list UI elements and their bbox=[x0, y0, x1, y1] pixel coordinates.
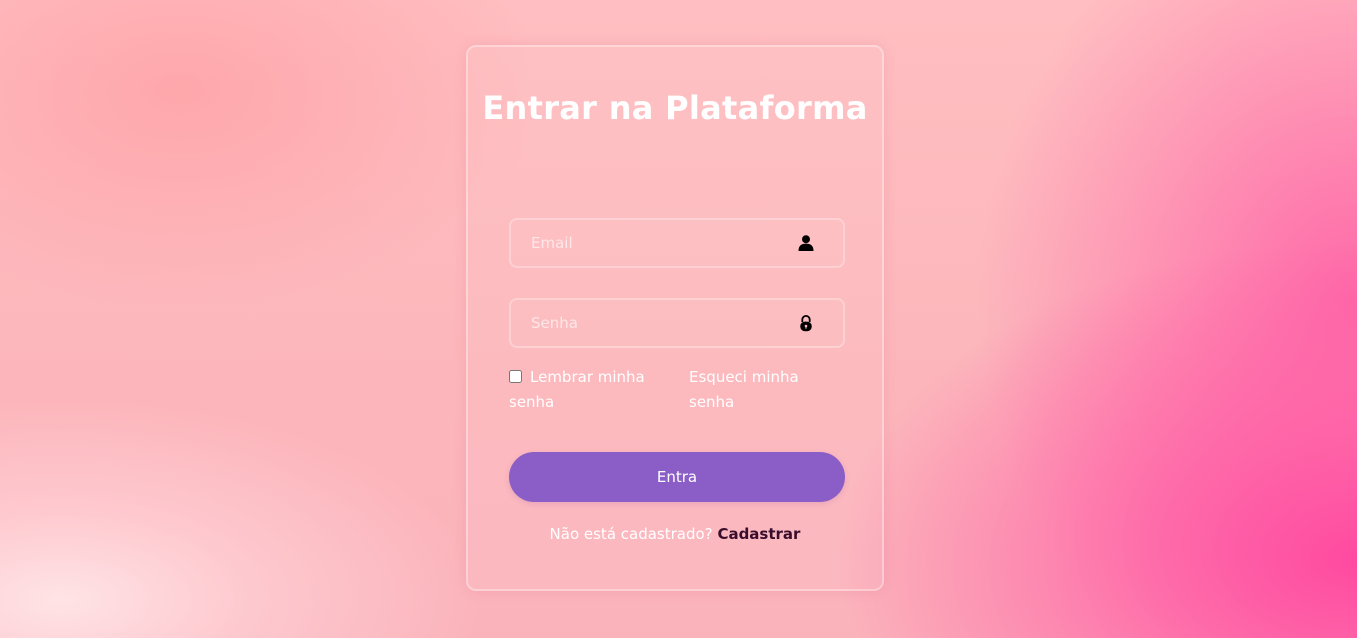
email-field[interactable] bbox=[509, 218, 845, 268]
password-field[interactable] bbox=[509, 298, 845, 348]
login-card: Entrar na Plataforma Lembrar minha senha… bbox=[466, 45, 884, 591]
email-input[interactable] bbox=[531, 220, 781, 266]
remember-label: Lembrar minha senha bbox=[509, 368, 645, 411]
lock-icon bbox=[800, 315, 812, 332]
signup-prompt-text: Não está cadastrado? bbox=[549, 525, 713, 543]
page-title: Entrar na Plataforma bbox=[482, 89, 868, 127]
user-icon bbox=[798, 235, 814, 251]
signup-link[interactable]: Cadastrar bbox=[717, 525, 800, 543]
forgot-password-link[interactable]: Esqueci minha senha bbox=[689, 365, 829, 415]
remember-me[interactable]: Lembrar minha senha bbox=[509, 365, 669, 415]
remember-checkbox[interactable] bbox=[509, 370, 522, 383]
login-button[interactable]: Entra bbox=[509, 452, 845, 502]
signup-prompt: Não está cadastrado? Cadastrar bbox=[468, 523, 882, 545]
password-input[interactable] bbox=[531, 300, 781, 346]
